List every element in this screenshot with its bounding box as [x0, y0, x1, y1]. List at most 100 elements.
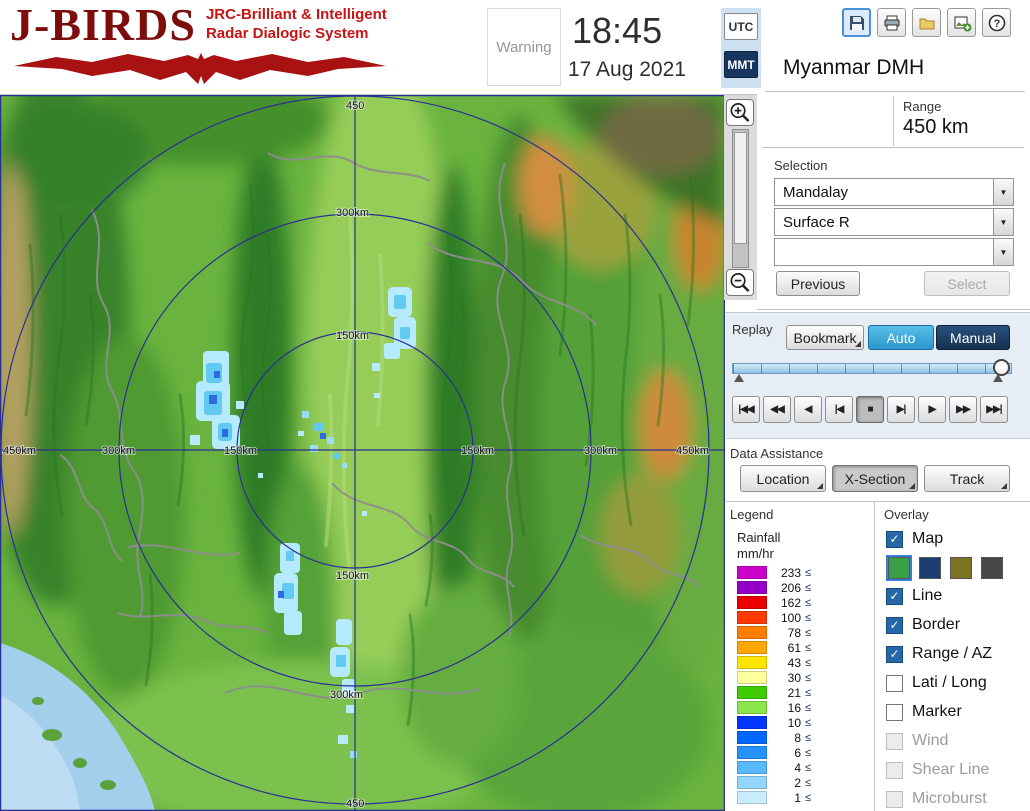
map-checkbox[interactable]: ✓ — [886, 530, 903, 548]
mmt-button[interactable]: MMT — [724, 51, 758, 78]
chevron-down-icon[interactable]: ▼ — [993, 239, 1013, 265]
play-reverse-button[interactable]: ◀ — [794, 396, 822, 423]
legend-row: 1 ≤ — [737, 790, 811, 805]
svg-text:?: ? — [993, 18, 1000, 30]
range-az-checkbox[interactable]: ✓ — [886, 645, 903, 663]
radar-map-canvas[interactable]: 450 300km 150km 450km 300km 150km 150km 300km 45… — [0, 45, 745, 811]
zoom-slider-track[interactable] — [732, 129, 749, 268]
legend-color-swatch — [737, 596, 767, 609]
fast-rewind-button[interactable]: ◀◀ — [763, 396, 791, 423]
radar-map-view[interactable]: 450 300km 150km 450km 300km 150km 150km 300km 45… — [0, 45, 745, 811]
legend-color-swatch — [737, 626, 767, 639]
legend-value: 10 — [787, 715, 801, 730]
range-ring-label: 450km — [676, 445, 709, 457]
range-label: Range — [903, 99, 942, 114]
map-style-swatch-2[interactable] — [919, 557, 941, 579]
zoom-in-button[interactable] — [726, 99, 754, 126]
map-style-swatch-3[interactable] — [950, 557, 972, 579]
legend-row: 43 ≤ — [737, 655, 811, 670]
overlay-item-lati-long[interactable]: Lati / Long — [886, 672, 1003, 694]
x-section-button[interactable]: X-Section — [832, 465, 918, 492]
bookmark-button[interactable]: Bookmark — [786, 325, 864, 350]
range-ring-label: 150km — [336, 570, 369, 582]
overlay-item-wind[interactable]: Wind — [886, 730, 1003, 752]
map-style-swatches — [886, 555, 1003, 581]
overlay-item-border[interactable]: ✓ Border — [886, 614, 1003, 636]
overlay-item-microburst[interactable]: Microburst — [886, 788, 1003, 810]
legend-row: 162 ≤ — [737, 595, 811, 610]
fast-forward-button[interactable]: ▶▶ — [949, 396, 977, 423]
map-style-swatch-4[interactable] — [981, 557, 1003, 579]
overlay-item-map[interactable]: ✓ Map — [886, 528, 1003, 550]
replay-timeline[interactable] — [732, 358, 1012, 384]
lati-long-checkbox[interactable] — [886, 674, 903, 692]
legend-value: 16 — [787, 700, 801, 715]
utc-button[interactable]: UTC — [724, 13, 758, 40]
step-forward-button[interactable]: ▶| — [887, 396, 915, 423]
clock-time: 18:45 — [572, 10, 663, 51]
chevron-down-icon[interactable]: ▼ — [993, 179, 1013, 205]
overlay-item-line[interactable]: ✓ Line — [886, 585, 1003, 607]
logo-subtitle-1: JRC-Brilliant & Intelligent — [205, 6, 387, 24]
legend-value: 206 — [780, 580, 801, 595]
divider — [726, 501, 1030, 502]
track-button[interactable]: Track — [924, 465, 1010, 492]
legend-lte-symbol: ≤ — [805, 671, 812, 684]
divider — [893, 96, 894, 146]
station-name: Myanmar DMH — [783, 56, 925, 79]
location-button[interactable]: Location — [740, 465, 826, 492]
previous-button[interactable]: Previous — [776, 271, 860, 296]
timeline-track[interactable] — [732, 363, 1012, 374]
timeline-start-marker — [734, 374, 744, 382]
zoom-out-icon — [730, 273, 750, 293]
timeline-thumb[interactable] — [993, 359, 1010, 376]
step-back-button[interactable]: |◀ — [825, 396, 853, 423]
chevron-down-icon[interactable]: ▼ — [993, 209, 1013, 235]
legend-lte-symbol: ≤ — [805, 581, 812, 594]
border-checkbox[interactable]: ✓ — [886, 616, 903, 634]
marker-checkbox[interactable] — [886, 703, 903, 721]
legend-color-swatch — [737, 731, 767, 744]
play-button[interactable]: ▶ — [918, 396, 946, 423]
stop-button[interactable]: ■ — [856, 396, 884, 423]
playback-controls: |◀◀ ◀◀ ◀ |◀ ■ ▶| ▶ ▶▶ ▶▶| — [732, 396, 1008, 423]
open-folder-button[interactable] — [912, 8, 941, 37]
overlay-title: Overlay — [884, 507, 929, 522]
overlay-item-range-az[interactable]: ✓ Range / AZ — [886, 643, 1003, 665]
save-button[interactable] — [842, 8, 871, 37]
zoom-out-button[interactable] — [726, 269, 754, 296]
auto-mode-button[interactable]: Auto — [868, 325, 934, 350]
shear-line-checkbox[interactable] — [886, 761, 903, 779]
manual-mode-button[interactable]: Manual — [936, 325, 1010, 350]
microburst-checkbox[interactable] — [886, 790, 903, 808]
skip-to-start-button[interactable]: |◀◀ — [732, 396, 760, 423]
overlay-item-shear-line[interactable]: Shear Line — [886, 759, 1003, 781]
export-image-button[interactable] — [947, 8, 976, 37]
sub-product-dropdown[interactable]: ▼ — [774, 238, 1014, 266]
print-button[interactable] — [877, 8, 906, 37]
range-ring-label: 450km — [3, 445, 36, 457]
jbirds-app-window: J-BIRDS JRC-Brilliant & Intelligent Rada… — [0, 0, 1030, 811]
wind-checkbox[interactable] — [886, 732, 903, 750]
legend-color-swatch — [737, 656, 767, 669]
warning-indicator: Warning — [487, 8, 561, 86]
legend-color-swatch — [737, 686, 767, 699]
zoom-slider-thumb[interactable] — [734, 132, 747, 244]
site-dropdown-value: Mandalay — [783, 183, 849, 201]
legend-row: 78 ≤ — [737, 625, 811, 640]
zoom-in-icon — [730, 103, 750, 123]
legend-unit: mm/hr — [737, 546, 774, 561]
product-dropdown[interactable]: Surface R ▼ — [774, 208, 1014, 236]
legend-row: 233 ≤ — [737, 565, 811, 580]
overlay-item-label: Marker — [912, 703, 962, 720]
legend-lte-symbol: ≤ — [805, 641, 812, 654]
site-dropdown[interactable]: Mandalay ▼ — [774, 178, 1014, 206]
overlay-item-marker[interactable]: Marker — [886, 701, 1003, 723]
legend-value: 78 — [787, 625, 801, 640]
help-button[interactable]: ? — [982, 8, 1011, 37]
select-button[interactable]: Select — [924, 271, 1010, 296]
legend-value: 100 — [780, 610, 801, 625]
map-style-swatch-1[interactable] — [886, 555, 912, 581]
line-checkbox[interactable]: ✓ — [886, 587, 903, 605]
skip-to-end-button[interactable]: ▶▶| — [980, 396, 1008, 423]
